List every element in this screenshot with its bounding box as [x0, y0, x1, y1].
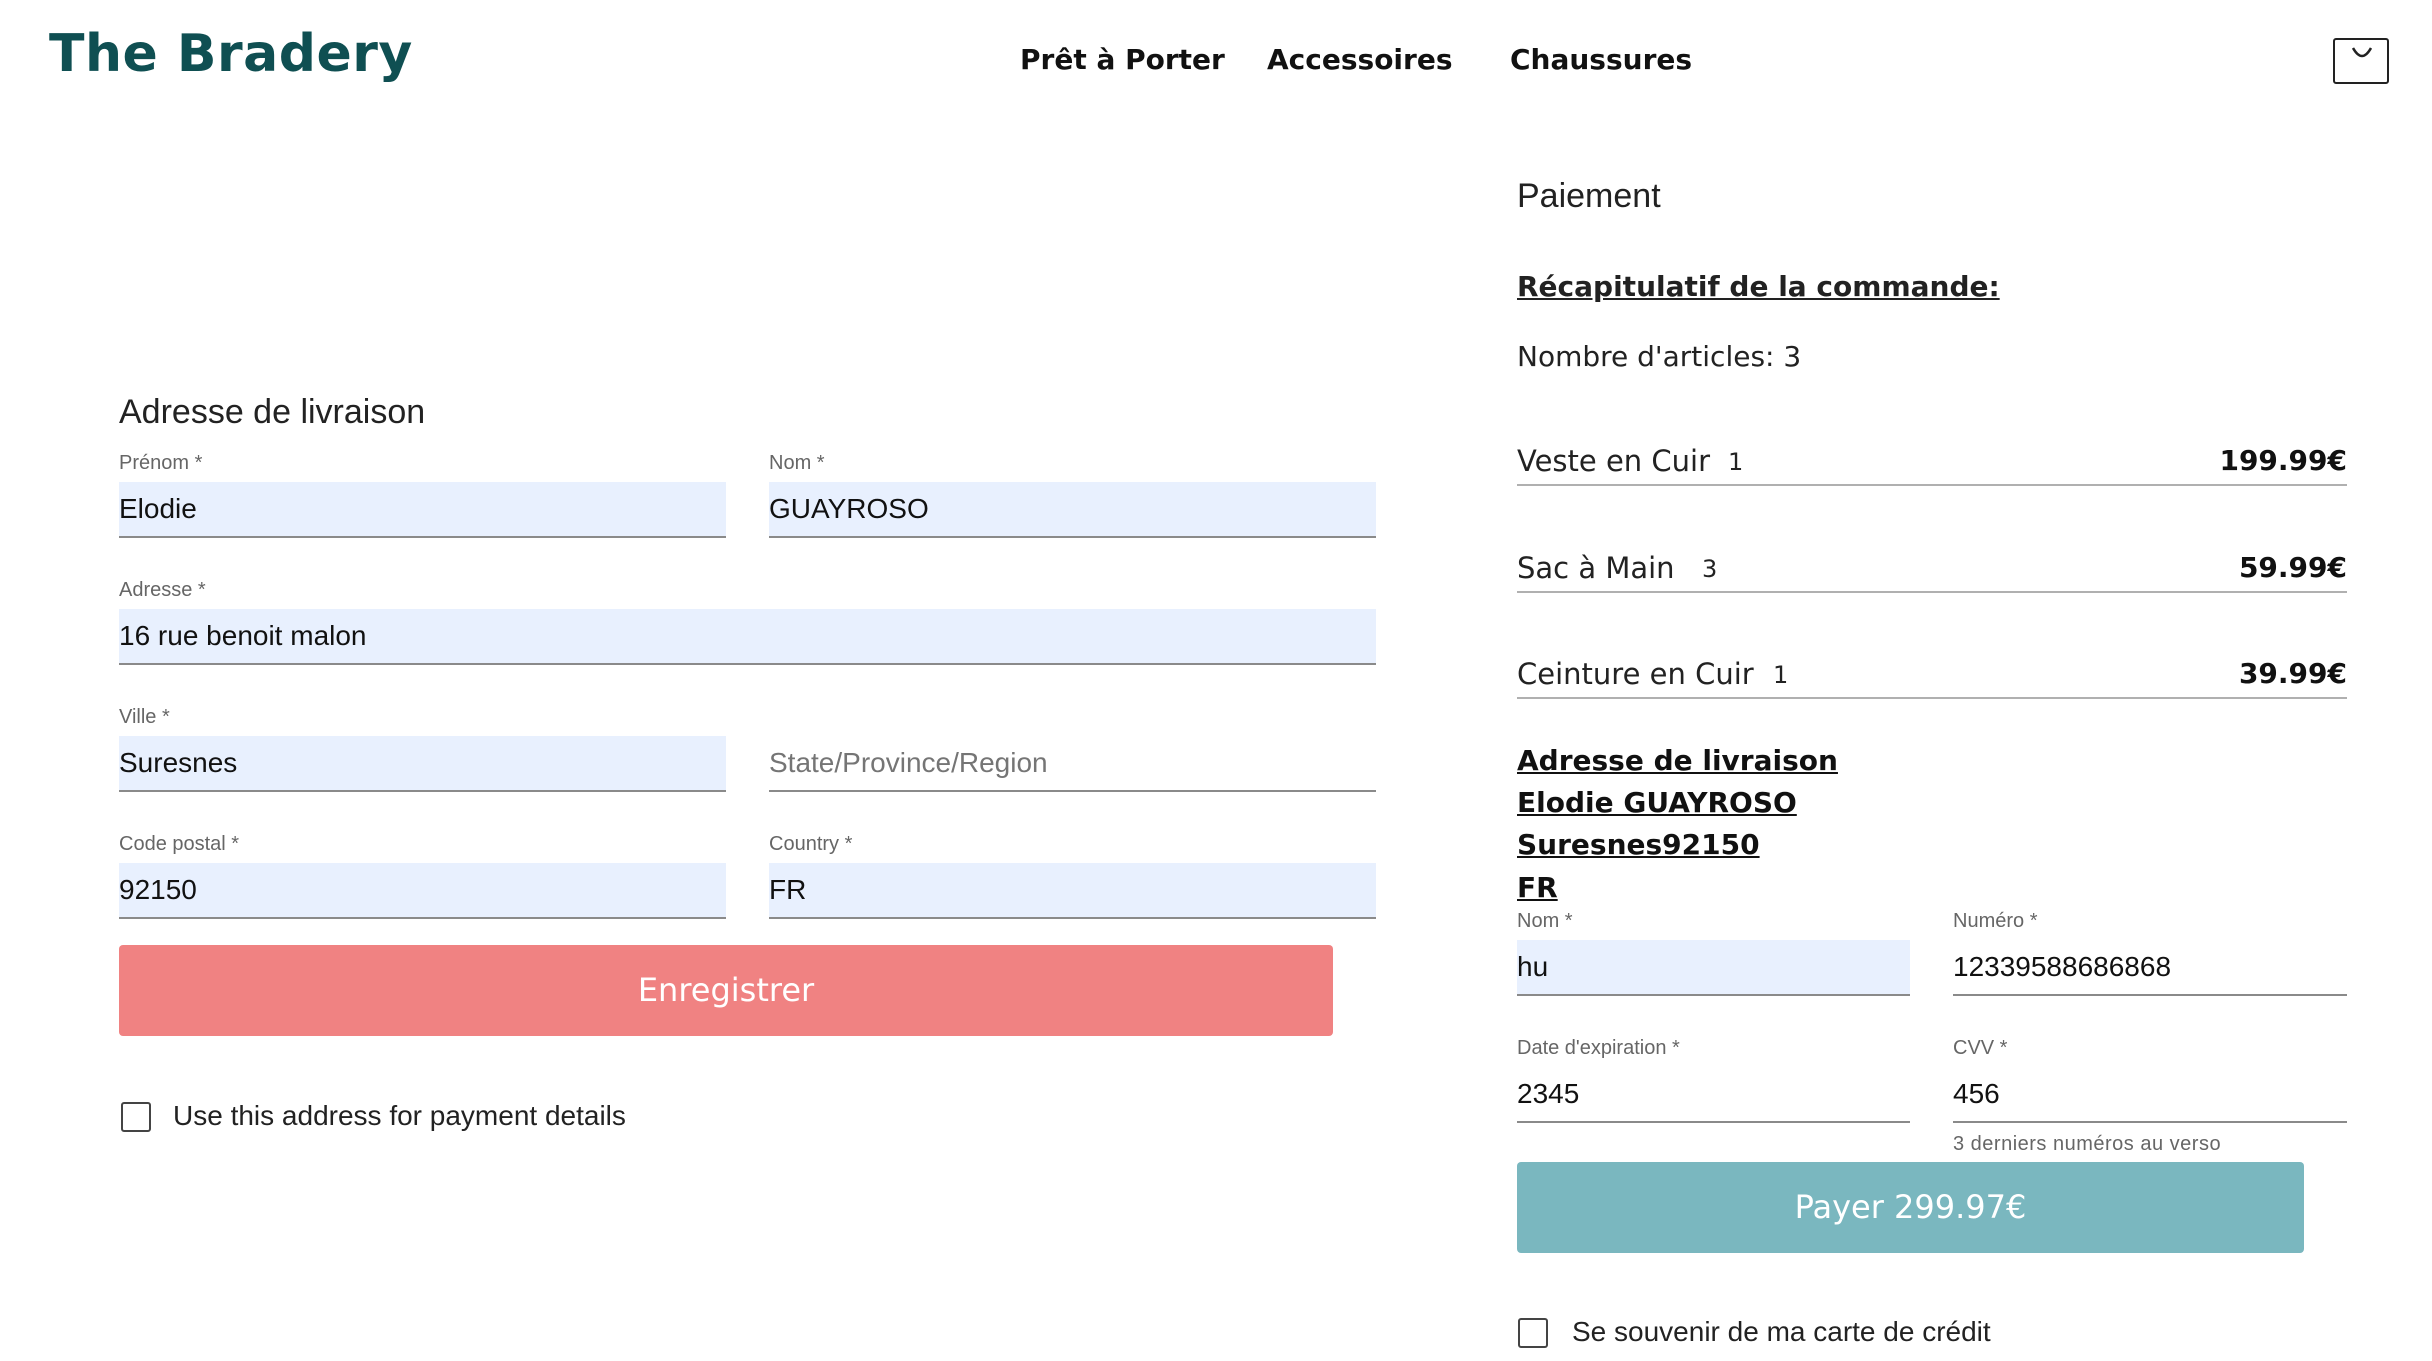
country-input[interactable] [769, 863, 1376, 917]
address-input[interactable] [119, 609, 1376, 663]
nav-accessoires[interactable]: Accessoires [1267, 43, 1453, 76]
region-input[interactable] [769, 736, 1376, 790]
item-qty: 1 [1728, 448, 1744, 476]
address-summary-heading[interactable]: Adresse de livraison [1517, 744, 1838, 777]
city-field: Ville * [119, 706, 726, 794]
item-qty: 1 [1773, 661, 1789, 689]
card-name-field: Nom * [1517, 910, 1910, 998]
nav-pret-a-porter[interactable]: Prêt à Porter [1020, 43, 1225, 76]
address-summary-city[interactable]: Suresnes92150 [1517, 828, 1760, 861]
card-name-input[interactable] [1517, 940, 1910, 994]
payment-title: Paiement [1517, 177, 1661, 215]
last-name-input[interactable] [769, 482, 1376, 536]
shopping-bag-icon [2351, 47, 2373, 58]
item-name: Veste en Cuir [1517, 444, 1711, 478]
region-field [769, 706, 1376, 794]
first-name-field: Prénom * [119, 452, 726, 540]
item-qty: 3 [1702, 555, 1718, 583]
item-price: 59.99€ [2238, 551, 2347, 584]
order-item-row: Sac à Main 3 59.99€ [1517, 547, 2347, 593]
item-name: Ceinture en Cuir [1517, 657, 1754, 691]
expiry-input[interactable] [1517, 1067, 1910, 1121]
first-name-label: Prénom * [119, 452, 203, 474]
postal-code-field: Code postal * [119, 833, 726, 921]
expiry-field: Date d'expiration * [1517, 1037, 1910, 1125]
item-count: Nombre d'articles: 3 [1517, 340, 1802, 373]
order-item-row: Veste en Cuir 1 199.99€ [1517, 440, 2347, 486]
order-summary-heading: Récapitulatif de la commande: [1517, 270, 2000, 303]
last-name-label: Nom * [769, 452, 825, 474]
card-number-input[interactable] [1953, 940, 2347, 994]
city-label: Ville * [119, 706, 170, 728]
order-item-row: Ceinture en Cuir 1 39.99€ [1517, 653, 2347, 699]
pay-button[interactable]: Payer 299.97€ [1517, 1162, 2304, 1253]
card-name-label: Nom * [1517, 910, 1573, 932]
cart-button[interactable] [2333, 38, 2389, 84]
remember-card-label[interactable]: Se souvenir de ma carte de crédit [1572, 1316, 1991, 1348]
address-label: Adresse * [119, 579, 206, 601]
remember-card-checkbox[interactable] [1518, 1318, 1548, 1348]
brand-logo[interactable]: The Bradery [49, 24, 413, 84]
item-name: Sac à Main [1517, 551, 1675, 585]
country-label: Country * [769, 833, 853, 855]
cvv-label: CVV * [1953, 1037, 2008, 1059]
card-number-label: Numéro * [1953, 910, 2038, 932]
cvv-field: CVV * [1953, 1037, 2347, 1125]
item-price: 199.99€ [2219, 444, 2347, 477]
last-name-field: Nom * [769, 452, 1376, 540]
nav-chaussures[interactable]: Chaussures [1510, 43, 1692, 76]
shipping-title: Adresse de livraison [119, 393, 426, 431]
card-number-field: Numéro * [1953, 910, 2347, 998]
address-field: Adresse * [119, 579, 1376, 667]
first-name-input[interactable] [119, 482, 726, 536]
country-field: Country * [769, 833, 1376, 921]
save-button[interactable]: Enregistrer [119, 945, 1333, 1036]
address-summary-name[interactable]: Elodie GUAYROSO [1517, 786, 1797, 819]
cvv-input[interactable] [1953, 1067, 2347, 1121]
expiry-label: Date d'expiration * [1517, 1037, 1680, 1059]
use-address-checkbox[interactable] [121, 1102, 151, 1132]
address-summary-country[interactable]: FR [1517, 871, 1558, 904]
cvv-helper-text: 3 derniers numéros au verso [1953, 1133, 2222, 1155]
city-input[interactable] [119, 736, 726, 790]
use-address-label[interactable]: Use this address for payment details [173, 1100, 626, 1132]
postal-code-label: Code postal * [119, 833, 240, 855]
item-price: 39.99€ [2238, 657, 2347, 690]
postal-code-input[interactable] [119, 863, 726, 917]
